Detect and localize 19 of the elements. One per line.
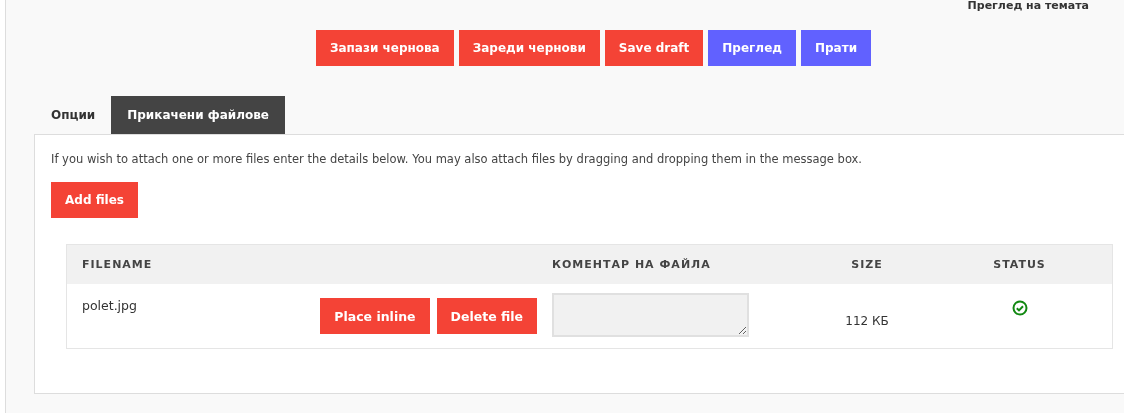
file-action-button[interactable]: Delete file <box>436 298 537 334</box>
action-button[interactable]: Зареди чернови <box>458 30 600 66</box>
action-button[interactable]: Save draft <box>604 30 704 66</box>
column-header: КОМЕНТАР НА ФАЙЛА <box>551 258 712 271</box>
action-button[interactable]: Преглед <box>708 30 796 66</box>
add-files-button[interactable]: Add files <box>51 182 138 218</box>
file-size: 112 КБ <box>845 314 889 328</box>
comment-field[interactable] <box>552 293 749 337</box>
column-header: SIZE <box>850 258 884 271</box>
filename: polet.jpg <box>82 298 137 315</box>
column-header: STATUS <box>992 258 1047 271</box>
tab[interactable]: Прикачени файлове <box>111 96 285 134</box>
action-button[interactable]: Запази чернова <box>315 30 454 66</box>
action-button[interactable]: Прати <box>800 30 872 66</box>
file-action-button[interactable]: Place inline <box>320 298 430 334</box>
intro-text: If you wish to attach one or more files enter the details below. You may also attach files by dragging and dropping them in the message box. <box>51 151 864 167</box>
column-header: FILENAME <box>81 258 154 271</box>
topic-preview-link[interactable]: Преглед на темата <box>967 0 1089 12</box>
tab[interactable]: Опции <box>35 96 112 134</box>
